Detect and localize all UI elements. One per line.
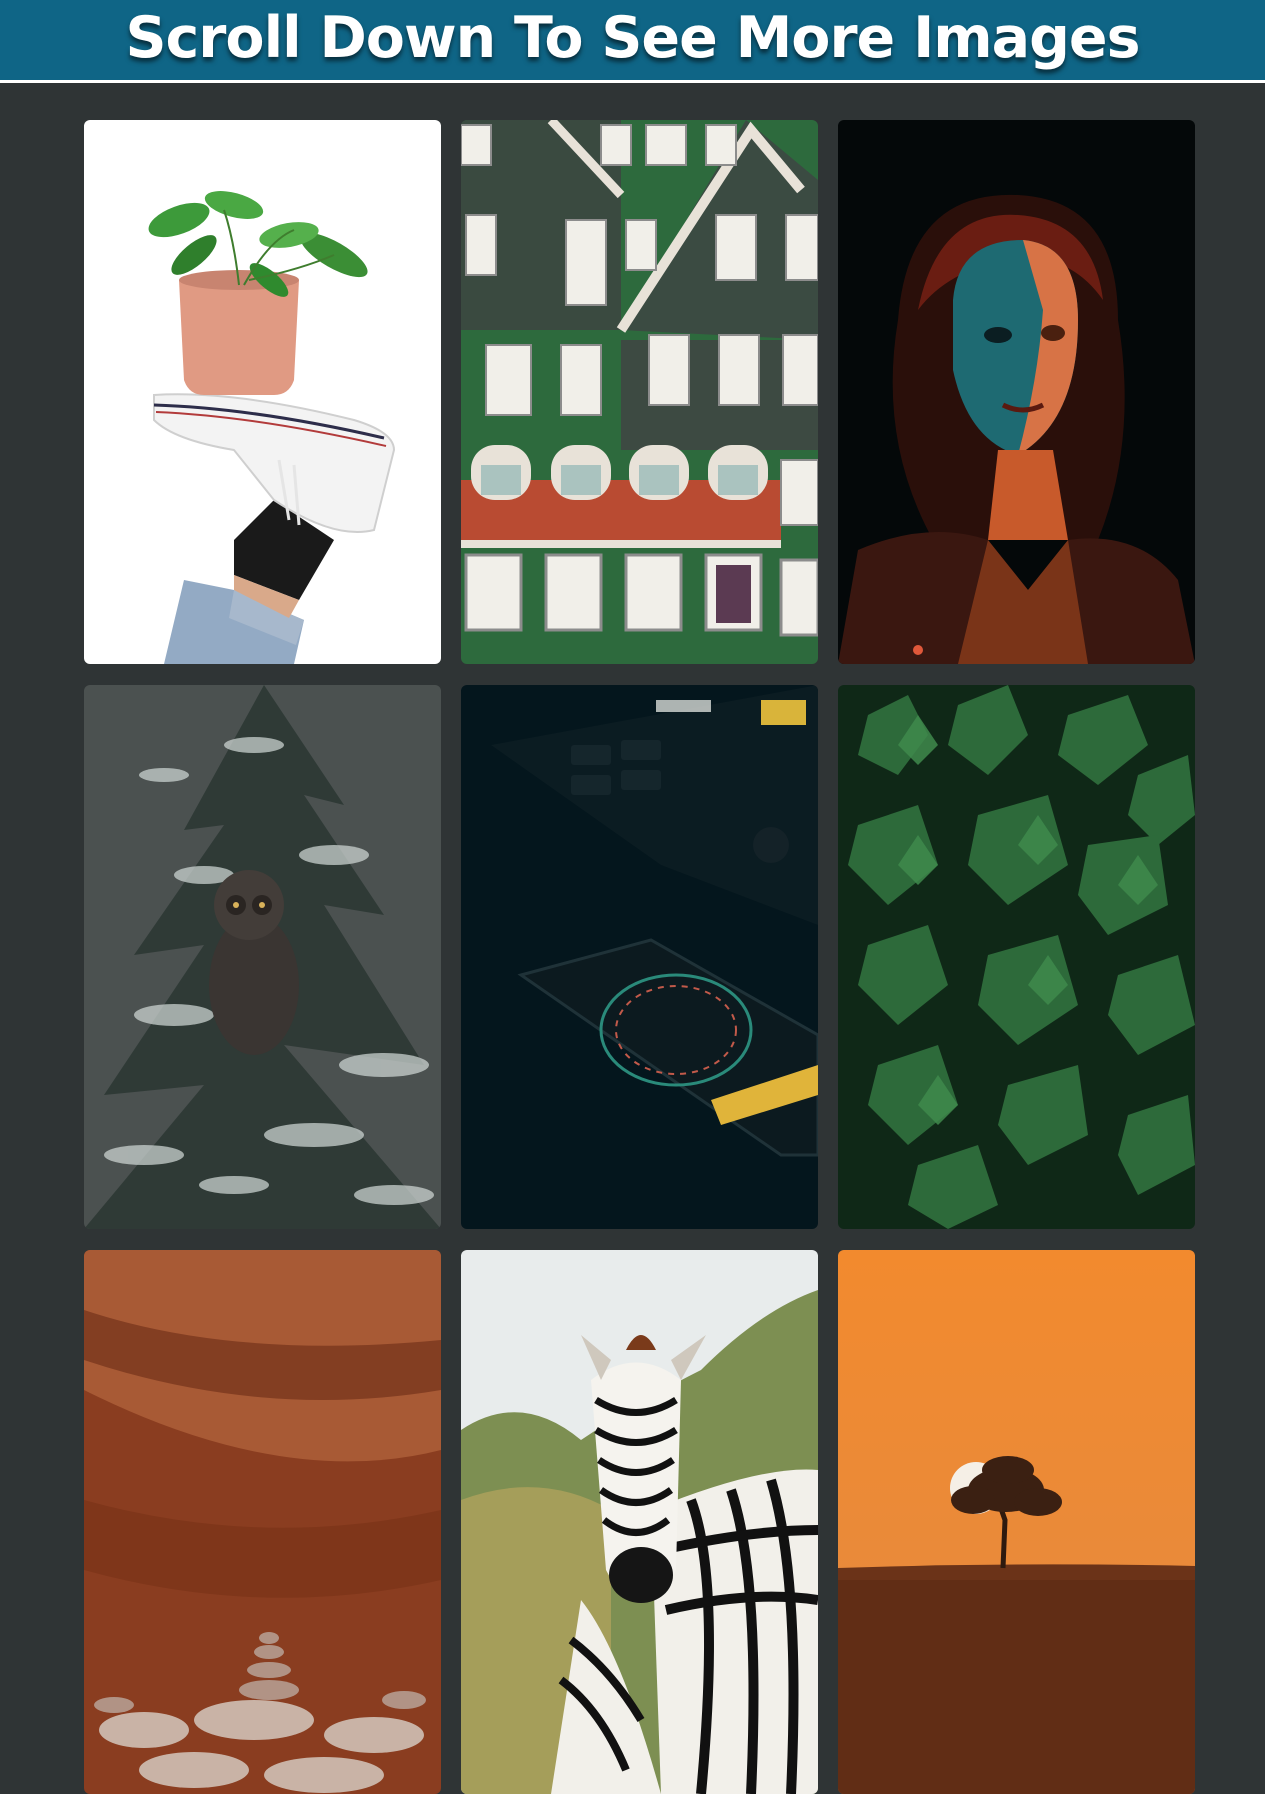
gallery-image-music-controller-and-phone[interactable] <box>461 685 818 1229</box>
red-canyon-image <box>84 1250 441 1794</box>
page-header: Scroll Down To See More Images <box>0 0 1265 83</box>
gallery-image-owl-in-snowy-pine[interactable] <box>84 685 441 1229</box>
green-dutch-houses-image <box>461 120 818 664</box>
gallery-image-woman-portrait-red-teal-light[interactable] <box>838 120 1195 664</box>
gallery-image-green-dutch-houses[interactable] <box>461 120 818 664</box>
gallery-image-plant-pot-on-sneaker[interactable] <box>84 120 441 664</box>
gallery-image-green-leaves[interactable] <box>838 685 1195 1229</box>
sunset-tree-image <box>838 1250 1195 1794</box>
green-leaves-image <box>838 685 1195 1229</box>
page-title: Scroll Down To See More Images <box>125 4 1140 71</box>
plant-pot-on-sneaker-image <box>84 120 441 664</box>
music-controller-image <box>461 685 818 1229</box>
owl-image <box>84 685 441 1229</box>
zebra-image <box>461 1250 818 1794</box>
gallery-image-red-canyon-cairns[interactable] <box>84 1250 441 1794</box>
image-gallery <box>84 120 1196 1794</box>
gallery-image-zebra[interactable] <box>461 1250 818 1794</box>
gallery-image-sunset-tree-orange-sky[interactable] <box>838 1250 1195 1794</box>
woman-portrait-image <box>838 120 1195 664</box>
